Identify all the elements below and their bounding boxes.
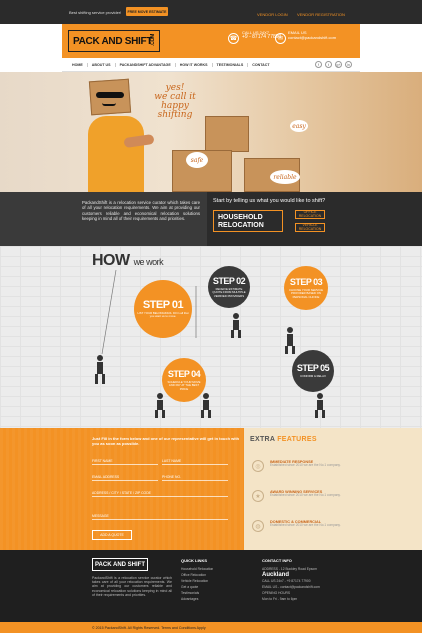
google-plus-icon[interactable]: g+ <box>335 61 342 68</box>
message-field[interactable]: MESSAGE <box>92 504 228 520</box>
office-relocation-button[interactable]: OFFICE RELOCATION <box>295 210 325 219</box>
nav-advantage[interactable]: PACKANDSHIFT ADVANTAGE <box>116 62 176 67</box>
step-01: STEP 01 LIST YOUR BELONGINGS. Fill in al… <box>134 280 192 338</box>
facebook-icon[interactable]: f <box>315 61 322 68</box>
contact-info: CONTACT INFO ADDRESS - 12 Buckley Road E… <box>262 558 320 601</box>
footer-logo[interactable]: PACK AND SHIFT <box>92 558 148 571</box>
add-quote-button[interactable]: ADD A QUOTE <box>92 530 132 540</box>
linkedin-icon[interactable]: in <box>345 61 352 68</box>
quote-form: Just Fill in the form below and one of o… <box>0 428 244 550</box>
address-field[interactable]: ADDRESS / CITY / STATE / ZIP CODE <box>92 488 228 497</box>
globe-icon: ◍ <box>252 520 264 532</box>
last-name-field[interactable]: LAST NAME <box>162 456 228 465</box>
quick-link[interactable]: Advantages <box>181 596 213 602</box>
phone-icon: ☎ <box>228 33 239 44</box>
hero-banner: yes! we call it happy shifting easy safe… <box>0 72 422 192</box>
phone-field[interactable]: PHONE NO. <box>162 472 228 481</box>
first-name-field[interactable]: FIRST NAME <box>92 456 158 465</box>
nav-contact[interactable]: CONTACT <box>248 63 273 67</box>
mail-icon: ✉ <box>275 33 286 44</box>
household-relocation-button[interactable]: HOUSEHOLD RELOCATION <box>213 210 283 232</box>
form-heading: Just Fill in the form below and one of o… <box>92 436 240 446</box>
easy-badge: easy <box>290 120 308 132</box>
twitter-icon[interactable]: t <box>325 61 332 68</box>
box-head-man-illustration <box>88 78 158 192</box>
email-address[interactable]: contact@packandshift.com <box>288 35 336 40</box>
step-illustrations <box>95 269 325 418</box>
header: PACK AND SHIFT .COM ☎ CALL US 24X7 +9 - … <box>62 24 360 58</box>
nav-how[interactable]: HOW IT WORKS <box>176 62 213 67</box>
moving-box <box>205 116 249 152</box>
feature-item: ★ AWARD WINNING SERVICES Established sinc… <box>252 490 350 502</box>
target-icon: ◎ <box>252 460 264 472</box>
features-title: EXTRA FEATURES <box>250 436 317 443</box>
feature-item: ◎ IMMEDIATE RESPONSE Established since 20… <box>252 460 350 472</box>
footer: PACK AND SHIFT PackandShift is a relocat… <box>0 550 422 622</box>
nav-testimonials[interactable]: TESTIMONIALS <box>213 62 249 67</box>
step-04: STEP 04 SCHEDULE YOUR MOVE AND PAY AT TH… <box>162 358 206 402</box>
vendor-login-link[interactable]: VENDOR LOGIN <box>257 12 288 17</box>
tagline: Best shifting service provider! <box>69 10 122 15</box>
footer-about: PackandShift is a relocation service cur… <box>92 576 172 597</box>
free-quote-button[interactable]: FREE MOVE ESTIMATE <box>126 7 168 16</box>
shift-question: Start by telling us what you would like … <box>213 198 326 204</box>
main-nav: HOME ABOUT US PACKANDSHIFT ADVANTAGE HOW… <box>62 58 360 72</box>
copyright: © 2015 PackandShift. All Rights Reserved… <box>0 622 422 633</box>
nav-about[interactable]: ABOUT US <box>88 62 116 67</box>
trophy-icon: ★ <box>252 490 264 502</box>
about-text: PackandShift is a relocation service cur… <box>82 200 200 221</box>
nav-home[interactable]: HOME <box>68 62 88 67</box>
feature-item: ◍ DOMESTIC & COMMERCIAL Established since… <box>252 520 350 532</box>
extra-features: EXTRA FEATURES ◎ IMMEDIATE RESPONSE Estab… <box>244 428 422 550</box>
vendor-registration-link[interactable]: VENDOR REGISTRATION <box>297 12 345 17</box>
hero-speech: yes! we call it happy shifting <box>154 83 196 120</box>
site-logo[interactable]: PACK AND SHIFT .COM <box>68 30 160 52</box>
top-bar: Best shifting service provider! FREE MOV… <box>0 0 422 24</box>
email-field[interactable]: EMAIL ADDRESS <box>92 472 158 481</box>
safe-badge: safe <box>186 152 208 168</box>
vehicle-relocation-button[interactable]: VEHICLE RELOCATION <box>295 223 325 232</box>
how-we-work-section: HOW we work STEP 01 LIST YOUR BELONGINGS… <box>0 246 422 428</box>
step-03: STEP 03 CHOOSE YOUR SERVICE PROVIDER BAS… <box>284 266 328 310</box>
reliable-badge: reliable <box>270 170 300 184</box>
step-05: STEP 05 CONFIRM & RELAX <box>292 350 334 392</box>
shift-selector: Start by telling us what you would like … <box>207 192 422 246</box>
quick-links: QUICK LINKS Household Relocation Office … <box>181 558 214 602</box>
step-02: STEP 02 RECEIVE ESTIMATE QUOTE FROM MULT… <box>208 266 250 308</box>
